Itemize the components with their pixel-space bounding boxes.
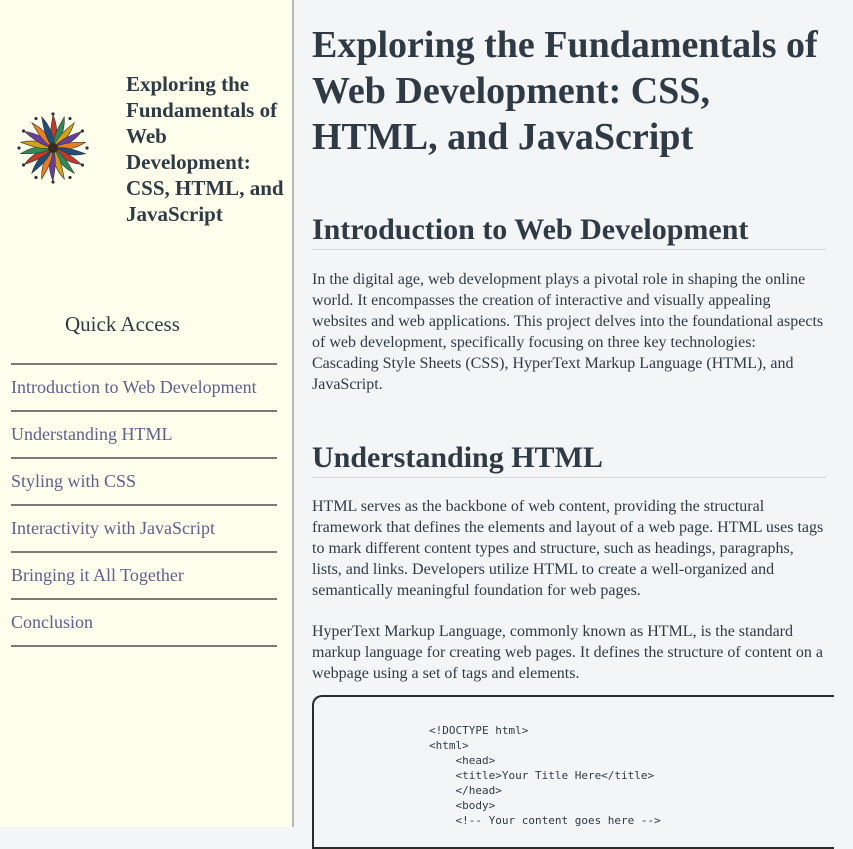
nav-item-interactivity-js: Interactivity with JavaScript	[11, 506, 277, 553]
sidebar: Exploring the Fundamentals of Web Develo…	[0, 0, 294, 827]
page-title: Exploring the Fundamentals of Web Develo…	[312, 24, 818, 158]
section-heading-understanding-html: Understanding HTML	[312, 440, 826, 478]
nav-item-conclusion: Conclusion	[11, 600, 277, 647]
nav-link-interactivity-js[interactable]: Interactivity with JavaScript	[11, 518, 215, 539]
nav-link-introduction[interactable]: Introduction to Web Development	[11, 377, 257, 398]
quick-access-heading: Quick Access	[65, 312, 180, 336]
section-paragraph: HTML serves as the backbone of web conte…	[312, 498, 824, 599]
nav-link-understanding-html[interactable]: Understanding HTML	[11, 424, 172, 445]
nav-item-understanding-html: Understanding HTML	[11, 412, 277, 459]
site-title: Exploring the Fundamentals of Web Develo…	[126, 72, 284, 226]
code-snippet: <!DOCTYPE html> <html> <head> <title>You…	[429, 724, 661, 827]
nav-item-bringing-together: Bringing it All Together	[11, 553, 277, 600]
nav-item-introduction: Introduction to Web Development	[11, 365, 277, 412]
nav-link-styling-css[interactable]: Styling with CSS	[11, 471, 136, 492]
nav-item-styling-css: Styling with CSS	[11, 459, 277, 506]
main-content: Exploring the Fundamentals of Web Develo…	[312, 0, 826, 684]
nav-link-bringing-together[interactable]: Bringing it All Together	[11, 565, 184, 586]
section-paragraph: In the digital age, web development play…	[312, 271, 824, 393]
section-paragraph: HyperText Markup Language, commonly know…	[312, 623, 823, 682]
section-heading-introduction: Introduction to Web Development	[312, 212, 826, 250]
nav-link-conclusion[interactable]: Conclusion	[11, 612, 93, 633]
code-block: <!DOCTYPE html> <html> <head> <title>You…	[312, 695, 834, 849]
mandala-logo-icon	[17, 112, 89, 184]
quick-access-nav: Introduction to Web Development Understa…	[11, 363, 277, 647]
